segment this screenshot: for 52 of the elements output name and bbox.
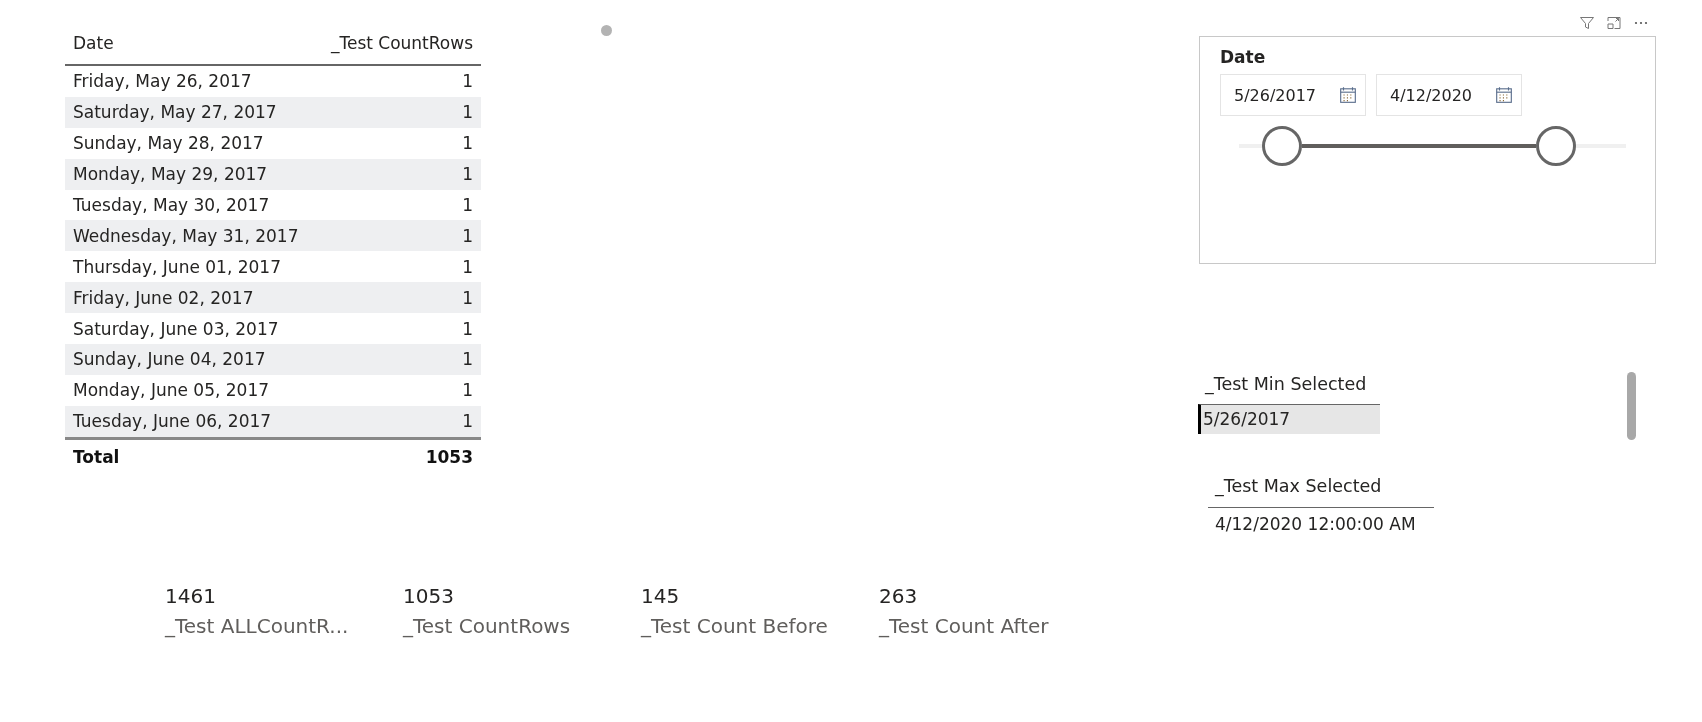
table-cell-text: 1 <box>461 225 474 246</box>
card-value: 1461 <box>165 584 217 608</box>
table-cell-text: Friday, May 26, 2017 <box>72 71 253 92</box>
column-header[interactable]: Date <box>65 33 122 53</box>
table-cell-text: 1 <box>461 349 474 370</box>
column-header[interactable]: _Test CountRows <box>322 33 481 53</box>
table-cell-text: Sunday, May 28, 2017 <box>72 133 265 154</box>
calendar-icon[interactable] <box>1339 86 1357 104</box>
measure-label: _Test Min Selected <box>1203 374 1368 394</box>
card-value: 145 <box>641 584 681 608</box>
slider-handle[interactable] <box>1536 126 1577 166</box>
measure-value: 4/12/2020 12:00:00 AM <box>1214 514 1417 534</box>
table-cell-text: Saturday, June 03, 2017 <box>72 318 280 339</box>
card-label: _Test ALLCountR... <box>165 614 350 638</box>
table-cell-text: Tuesday, May 30, 2017 <box>72 195 271 215</box>
slider-handle[interactable] <box>1261 126 1302 166</box>
table-cell-text: 1 <box>461 256 474 277</box>
table-cell-text: Wednesday, May 31, 2017 <box>72 225 300 246</box>
table-cell-text: 1 <box>461 102 474 123</box>
table-cell-text: Saturday, May 27, 2017 <box>72 102 278 123</box>
table-cell-text: Monday, May 29, 2017 <box>72 164 269 185</box>
table-cell-text: Sunday, June 04, 2017 <box>72 349 267 370</box>
slicer-title: Date <box>1220 47 1267 67</box>
date-input[interactable]: 4/12/2020 <box>1376 74 1522 116</box>
dot-icon[interactable] <box>601 25 612 36</box>
scrollbar[interactable] <box>1627 372 1636 440</box>
table-cell-text: Tuesday, June 06, 2017 <box>72 411 273 432</box>
table-cell-text: 1 <box>461 318 474 339</box>
card-value: 263 <box>879 584 919 608</box>
table-cell-text: 1 <box>461 380 474 401</box>
table-cell-text: 1 <box>461 195 474 215</box>
focus-mode-icon[interactable] <box>1606 15 1622 31</box>
table-cell-text: Monday, June 05, 2017 <box>72 380 271 401</box>
table-cell-text: 1 <box>461 133 474 154</box>
measure-label: _Test Max Selected <box>1213 476 1383 496</box>
table-cell-text: 1 <box>461 71 474 92</box>
table-cell-text: 1 <box>461 411 474 432</box>
table-cell-text: Friday, June 02, 2017 <box>72 287 255 308</box>
filter-icon[interactable] <box>1579 15 1595 31</box>
card-label: _Test Count After <box>879 614 1050 638</box>
range-slider[interactable] <box>1239 126 1626 166</box>
total-value: 1053 <box>424 446 474 467</box>
calendar-icon[interactable] <box>1495 86 1513 104</box>
table-cell-text: Thursday, June 01, 2017 <box>72 256 282 277</box>
table-cell-text: 1 <box>461 164 474 185</box>
total-label: Total <box>72 446 121 467</box>
card-value: 1053 <box>403 584 455 608</box>
date-input[interactable]: 5/26/2017 <box>1220 74 1366 116</box>
value-field[interactable]: 5/26/2017 <box>1198 404 1380 434</box>
table-cell-text: 1 <box>461 287 474 308</box>
card-label: _Test Count Before <box>641 614 829 638</box>
card-label: _Test CountRows <box>403 614 572 638</box>
